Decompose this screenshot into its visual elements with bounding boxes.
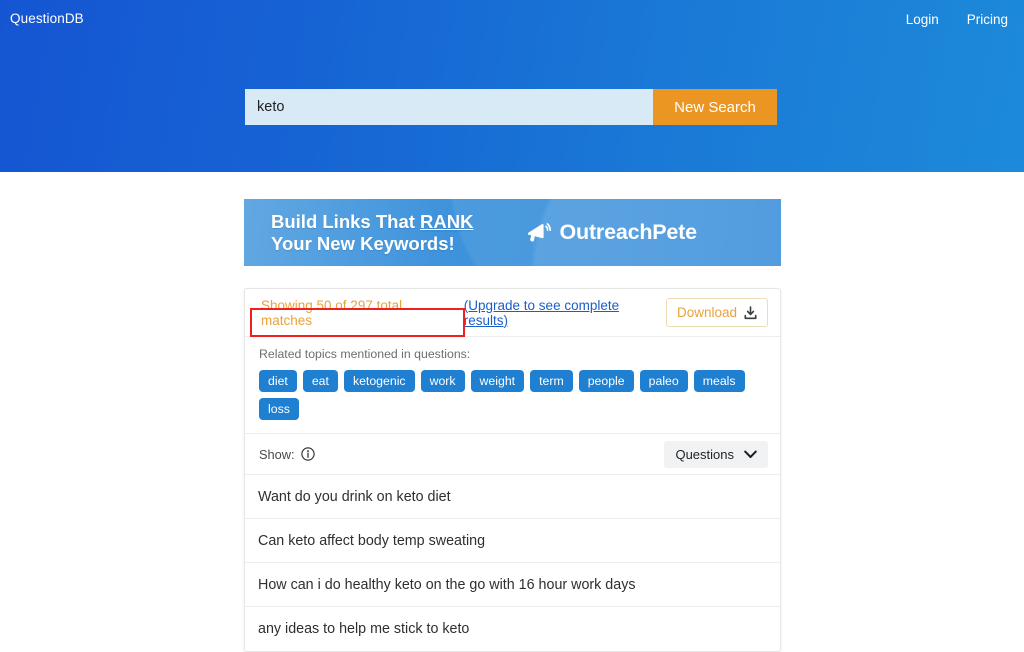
results-summary-row: Showing 50 of 297 total matches (Upgrade… xyxy=(245,289,780,337)
topic-tag-list: diet eat ketogenic work weight term peop… xyxy=(259,370,766,420)
download-button-label: Download xyxy=(676,305,737,320)
related-topics-section: Related topics mentioned in questions: d… xyxy=(245,337,780,434)
site-header: QuestionDB Login Pricing New Search xyxy=(0,0,1024,172)
topic-tag[interactable]: weight xyxy=(470,370,525,392)
ad-banner[interactable]: Build Links That RANK Your New Keywords!… xyxy=(244,199,781,266)
ad-line1-rank: RANK xyxy=(420,210,474,232)
show-filter-row: Show: Questions xyxy=(245,434,780,475)
show-label: Show: xyxy=(259,446,295,462)
chevron-down-icon xyxy=(744,450,757,459)
ad-line-1: Build Links That RANK xyxy=(271,211,473,233)
download-button[interactable]: Download xyxy=(665,298,768,327)
upgrade-link[interactable]: (Upgrade to see complete results) xyxy=(464,298,666,328)
result-type-select[interactable]: Questions xyxy=(664,440,768,468)
header-nav: Login Pricing xyxy=(906,12,1008,27)
result-type-value: Questions xyxy=(675,446,734,462)
topic-tag[interactable]: paleo xyxy=(639,370,688,392)
info-icon[interactable] xyxy=(300,447,315,461)
matches-count-text: Showing 50 of 297 total matches xyxy=(261,297,403,328)
ad-line-2: Your New Keywords! xyxy=(271,232,455,254)
nav-login[interactable]: Login xyxy=(906,12,939,27)
ad-brand-block: OutreachPete xyxy=(525,220,697,245)
question-row[interactable]: How can i do healthy keto on the go with… xyxy=(245,563,780,607)
show-label-group: Show: xyxy=(259,447,315,462)
topic-tag[interactable]: ketogenic xyxy=(343,370,415,392)
topic-tag[interactable]: diet xyxy=(259,370,297,392)
topic-tag[interactable]: term xyxy=(530,370,573,392)
related-topics-label: Related topics mentioned in questions: xyxy=(259,347,471,361)
ad-copy: Build Links That RANK Your New Keywords! xyxy=(271,211,473,255)
question-row[interactable]: Want do you drink on keto diet xyxy=(245,475,780,519)
nav-pricing[interactable]: Pricing xyxy=(967,12,1008,27)
ad-brand-name: OutreachPete xyxy=(559,220,697,244)
megaphone-icon xyxy=(525,221,552,244)
brand-logo[interactable]: QuestionDB xyxy=(10,11,84,26)
topic-tag[interactable]: work xyxy=(420,370,465,392)
search-bar: New Search xyxy=(245,89,777,125)
topic-tag[interactable]: loss xyxy=(259,398,299,420)
topic-tag[interactable]: meals xyxy=(693,370,745,392)
ad-line1-prefix: Build Links That xyxy=(271,210,421,232)
topic-tag[interactable]: people xyxy=(578,370,634,392)
topic-tag[interactable]: eat xyxy=(302,370,338,392)
new-search-button[interactable]: New Search xyxy=(653,89,777,125)
question-row[interactable]: Can keto affect body temp sweating xyxy=(245,519,780,563)
results-card: Showing 50 of 297 total matches (Upgrade… xyxy=(244,288,781,652)
download-icon xyxy=(744,305,757,320)
search-input[interactable] xyxy=(245,89,653,125)
question-row[interactable]: any ideas to help me stick to keto xyxy=(245,607,780,651)
